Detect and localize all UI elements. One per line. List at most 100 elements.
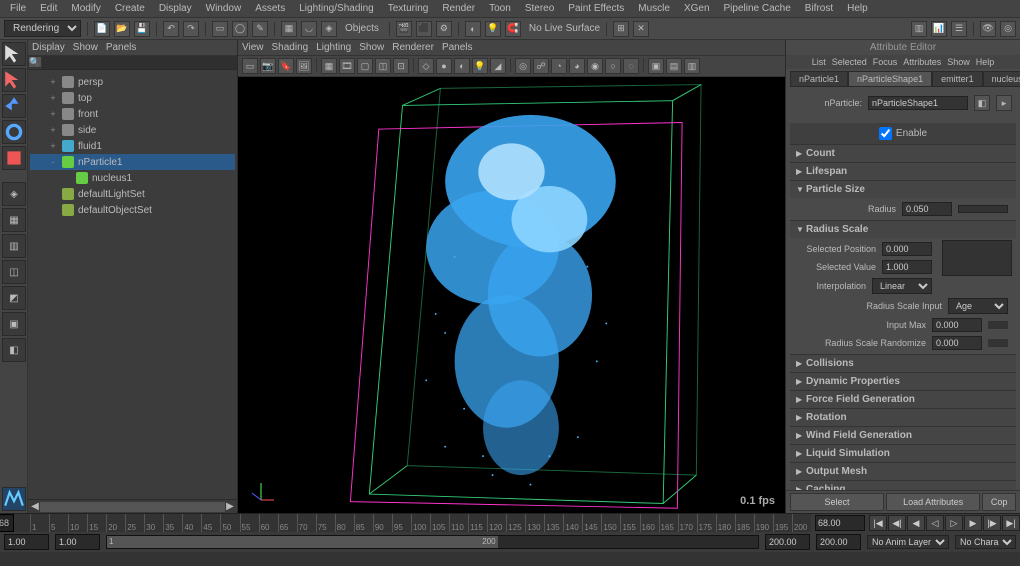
vp-textured-icon[interactable]: ◐: [454, 58, 470, 74]
outliner-menu-display[interactable]: Display: [32, 42, 65, 53]
range-max-input[interactable]: [765, 534, 810, 550]
graph-icon[interactable]: 📊: [931, 21, 947, 37]
outliner-item-persp[interactable]: +persp: [30, 74, 235, 90]
attr-menu-focus[interactable]: Focus: [873, 57, 898, 67]
rsr-slider[interactable]: [988, 339, 1008, 347]
isolate-icon[interactable]: ◎: [1000, 21, 1016, 37]
light-icon[interactable]: 💡: [485, 21, 501, 37]
menu-muscle[interactable]: Muscle: [632, 2, 676, 15]
menu-bifrost[interactable]: Bifrost: [799, 2, 839, 15]
render-icon[interactable]: 🎬: [396, 21, 412, 37]
preset-icon[interactable]: ▸: [996, 95, 1012, 111]
character-select[interactable]: No Chara: [955, 535, 1016, 549]
menu-file[interactable]: File: [4, 2, 32, 15]
section-dynamic-properties[interactable]: ▶Dynamic Properties: [790, 373, 1016, 390]
step-back-button[interactable]: ◀|: [888, 515, 906, 531]
viewport-3d[interactable]: 0.1 fps: [238, 77, 785, 513]
viewport-menu-lighting[interactable]: Lighting: [316, 42, 351, 53]
section-lifespan[interactable]: ▶Lifespan: [790, 163, 1016, 180]
vp-light-icon[interactable]: 💡: [472, 58, 488, 74]
layout-icon[interactable]: ▥: [911, 21, 927, 37]
play-button[interactable]: ▷: [945, 515, 963, 531]
search-icon[interactable]: 🔍: [28, 56, 42, 68]
viewport-menu-panels[interactable]: Panels: [442, 42, 473, 53]
new-icon[interactable]: 📄: [94, 21, 110, 37]
sel-pos-input[interactable]: [882, 242, 932, 256]
tab-nparticle1[interactable]: nParticle1: [790, 71, 848, 87]
snap-point-icon[interactable]: ◈: [321, 21, 337, 37]
select-icon[interactable]: ▭: [212, 21, 228, 37]
select-button[interactable]: Select: [790, 493, 884, 511]
outliner-item-top[interactable]: +top: [30, 90, 235, 106]
vp-misc8-icon[interactable]: ▥: [684, 58, 700, 74]
range-slider[interactable]: 1200: [106, 535, 759, 549]
menu-lightingshading[interactable]: Lighting/Shading: [293, 2, 380, 15]
expand-icon[interactable]: +: [48, 93, 58, 103]
section-output-mesh[interactable]: ▶Output Mesh: [790, 463, 1016, 480]
redo-icon[interactable]: ↷: [183, 21, 199, 37]
vp-select-icon[interactable]: ▭: [242, 58, 258, 74]
menu-painteffects[interactable]: Paint Effects: [562, 2, 630, 15]
menu-texturing[interactable]: Texturing: [382, 2, 435, 15]
vp-misc2-icon[interactable]: ◕: [569, 58, 585, 74]
vp-grid-icon[interactable]: ▦: [321, 58, 337, 74]
range-start-input[interactable]: [4, 534, 49, 550]
section-radius-scale[interactable]: ▼Radius Scale: [790, 221, 1016, 238]
imax-input[interactable]: [932, 318, 982, 332]
rotate-tool[interactable]: [2, 120, 26, 144]
menu-help[interactable]: Help: [841, 2, 874, 15]
vp-res-icon[interactable]: ◫: [375, 58, 391, 74]
radius-slider[interactable]: [958, 205, 1008, 213]
menu-modify[interactable]: Modify: [65, 2, 106, 15]
focus-icon[interactable]: ◧: [974, 95, 990, 111]
shelf-grid-icon[interactable]: ▦: [2, 208, 26, 232]
sel-val-input[interactable]: [882, 260, 932, 274]
tab-nucleus1[interactable]: nucleus1: [983, 71, 1020, 87]
render-settings-icon[interactable]: ⚙: [436, 21, 452, 37]
copy-tab-button[interactable]: Cop: [982, 493, 1016, 511]
menu-window[interactable]: Window: [200, 2, 248, 15]
paint-icon[interactable]: ✎: [252, 21, 268, 37]
load-attributes-button[interactable]: Load Attributes: [886, 493, 980, 511]
attr-menu-list[interactable]: List: [812, 57, 826, 67]
rsi-select[interactable]: Age: [948, 298, 1008, 314]
vp-misc1-icon[interactable]: ◔: [551, 58, 567, 74]
lasso-tool[interactable]: [2, 68, 26, 92]
expand-icon[interactable]: +: [48, 141, 58, 151]
vp-safe-icon[interactable]: ⊡: [393, 58, 409, 74]
section-rotation[interactable]: ▶Rotation: [790, 409, 1016, 426]
viewport-menu-view[interactable]: View: [242, 42, 264, 53]
shelf-panel-icon[interactable]: ▥: [2, 234, 26, 258]
maya-logo-icon[interactable]: [2, 487, 26, 511]
section-collisions[interactable]: ▶Collisions: [790, 355, 1016, 372]
tab-nparticleshape1[interactable]: nParticleShape1: [848, 71, 932, 87]
outliner-item-nucleus1[interactable]: nucleus1: [30, 170, 235, 186]
workspace-select[interactable]: Rendering: [4, 20, 81, 37]
vp-misc5-icon[interactable]: ◌: [623, 58, 639, 74]
shelf-misc4-icon[interactable]: ◧: [2, 338, 26, 362]
snap-curve-icon[interactable]: ◡: [301, 21, 317, 37]
expand-icon[interactable]: -: [48, 157, 58, 167]
playhead[interactable]: 68: [0, 514, 14, 532]
attr-menu-show[interactable]: Show: [947, 57, 970, 67]
node-name-input[interactable]: [868, 96, 968, 110]
vp-isolate-icon[interactable]: ◎: [515, 58, 531, 74]
tab-emitter1[interactable]: emitter1: [932, 71, 983, 87]
step-fwd-button[interactable]: |▶: [983, 515, 1001, 531]
vp-film-icon[interactable]: 🎞: [339, 58, 355, 74]
menu-stereo[interactable]: Stereo: [519, 2, 560, 15]
section-particle-size[interactable]: ▼Particle Size: [790, 181, 1016, 198]
enable-checkbox[interactable]: [879, 127, 892, 140]
vp-misc3-icon[interactable]: ◉: [587, 58, 603, 74]
play-back-button[interactable]: ◁: [926, 515, 944, 531]
attr-menu-help[interactable]: Help: [976, 57, 995, 67]
section-wind-field-generation[interactable]: ▶Wind Field Generation: [790, 427, 1016, 444]
shelf-layers-icon[interactable]: ◈: [2, 182, 26, 206]
expand-icon[interactable]: +: [48, 109, 58, 119]
x-icon[interactable]: ✕: [633, 21, 649, 37]
vp-image-icon[interactable]: 🖼: [296, 58, 312, 74]
radius-ramp[interactable]: [942, 240, 1012, 276]
scale-tool[interactable]: [2, 146, 26, 170]
menu-display[interactable]: Display: [153, 2, 198, 15]
open-icon[interactable]: 📂: [114, 21, 130, 37]
